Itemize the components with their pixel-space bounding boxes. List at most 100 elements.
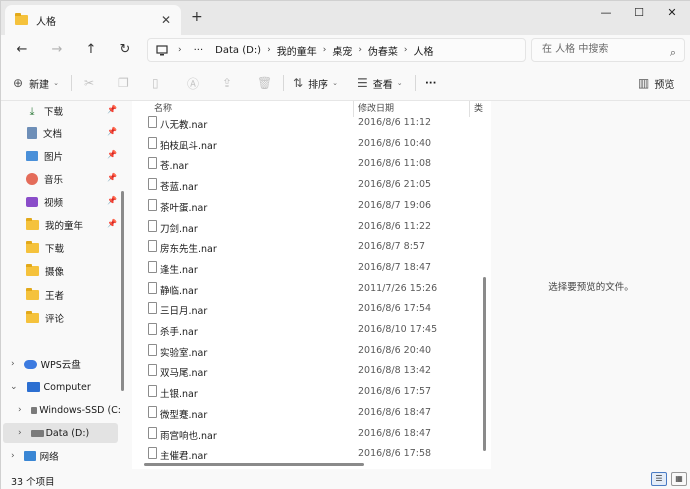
file-row[interactable]: 土银.nar 2016/8/6 17:57 bbox=[144, 381, 482, 402]
rename-button[interactable]: Ⓐ bbox=[187, 74, 199, 92]
tiles-view-button[interactable]: ▦ bbox=[671, 472, 687, 486]
file-row[interactable]: 雨宫响也.nar 2016/8/6 18:47 bbox=[144, 423, 482, 444]
item-count: 33 个项目 bbox=[11, 477, 55, 488]
file-date: 2016/8/6 17:57 bbox=[358, 386, 432, 398]
back-button[interactable]: ← bbox=[13, 41, 31, 59]
file-name: 苍蓝.nar bbox=[160, 182, 198, 194]
breadcrumb-ellipsis[interactable]: ··· bbox=[194, 45, 204, 56]
delete-button[interactable]: 🗑 bbox=[257, 74, 272, 92]
file-name: 刀剑.nar bbox=[160, 223, 198, 235]
sidebar-item-label: 音乐 bbox=[44, 175, 64, 186]
breadcrumb-drive[interactable]: Data (D:) bbox=[215, 45, 261, 56]
more-options-button[interactable]: ··· bbox=[425, 74, 436, 92]
address-bar[interactable]: › ··· Data (D:) › 我的童年 › 桌宠 › 伪春菜 › 人格 bbox=[147, 38, 526, 62]
close-tab-icon[interactable]: ✕ bbox=[161, 13, 171, 27]
sidebar-scrollbar[interactable] bbox=[121, 191, 124, 391]
new-tab-button[interactable]: + bbox=[191, 9, 203, 25]
sidebar-item-music[interactable]: 音乐 📌 bbox=[1, 169, 121, 189]
monitor-icon bbox=[156, 44, 168, 55]
refresh-button[interactable]: ↻ bbox=[116, 41, 134, 59]
folder-icon bbox=[26, 288, 39, 300]
cut-button[interactable]: ✂ bbox=[84, 74, 94, 92]
paste-button[interactable]: ▯ bbox=[152, 74, 159, 92]
view-button[interactable]: ☰ 查看 ⌄ bbox=[357, 74, 403, 92]
file-row[interactable]: 静临.nar 2011/7/26 15:26 bbox=[144, 278, 482, 299]
chevron-right-icon[interactable]: › bbox=[11, 451, 15, 461]
pin-icon: 📌 bbox=[107, 127, 117, 136]
details-view-button[interactable]: ☰ bbox=[651, 472, 667, 486]
file-row[interactable]: 房东先生.nar 2016/8/7 8:57 bbox=[144, 236, 482, 257]
search-input[interactable]: 在 人格 中搜索 ⌕ bbox=[531, 38, 685, 62]
sort-label: 排序 bbox=[308, 79, 329, 91]
maximize-button[interactable]: ☐ bbox=[624, 6, 654, 22]
sidebar-item-folder[interactable]: 评论 bbox=[1, 308, 121, 328]
breadcrumb-current[interactable]: 人格 bbox=[414, 43, 434, 58]
tab-current-folder[interactable]: 人格 ✕ bbox=[5, 5, 181, 35]
preview-label: 预览 bbox=[654, 79, 675, 91]
file-icon bbox=[148, 426, 157, 439]
file-date: 2016/8/6 17:54 bbox=[358, 303, 432, 315]
file-row[interactable]: 刀剑.nar 2016/8/6 11:22 bbox=[144, 216, 482, 237]
up-button[interactable]: ↑ bbox=[82, 41, 100, 59]
file-icon bbox=[148, 157, 157, 170]
file-name: 房东先生.nar bbox=[160, 244, 217, 256]
sidebar-item-computer[interactable]: ⌄ Computer bbox=[1, 377, 121, 397]
file-row[interactable]: 主催君.nar 2016/8/6 17:58 bbox=[144, 443, 482, 464]
file-row[interactable]: 逢生.nar 2016/8/7 18:47 bbox=[144, 257, 482, 278]
chevron-down-icon: ⌄ bbox=[53, 79, 59, 87]
file-name: 土银.nar bbox=[160, 389, 198, 401]
sidebar-item-network[interactable]: › 网络 bbox=[1, 446, 121, 466]
sidebar-item-pictures[interactable]: 图片 📌 bbox=[1, 146, 121, 166]
share-icon: ⇪ bbox=[222, 76, 233, 90]
sidebar-item-folder[interactable]: 摄像 bbox=[1, 261, 121, 281]
share-button[interactable]: ⇪ bbox=[222, 74, 232, 92]
breadcrumb-desktop-pet[interactable]: 桌宠 bbox=[332, 43, 352, 58]
sidebar-item-wps-cloud[interactable]: › WPS云盘 bbox=[1, 354, 121, 374]
folder-icon bbox=[26, 311, 39, 323]
chevron-right-icon[interactable]: › bbox=[18, 405, 22, 415]
new-button[interactable]: ⊕ 新建 ⌄ bbox=[13, 74, 59, 92]
sidebar-item-drive-c[interactable]: › Windows-SSD (C: bbox=[1, 400, 121, 420]
pin-icon: 📌 bbox=[107, 219, 117, 228]
close-window-button[interactable]: ✕ bbox=[657, 6, 687, 22]
sidebar-item-drive-d[interactable]: › Data (D:) bbox=[3, 423, 118, 443]
drive-icon bbox=[30, 429, 44, 437]
file-row[interactable]: 苍蓝.nar 2016/8/6 21:05 bbox=[144, 174, 482, 195]
chevron-right-icon[interactable]: › bbox=[18, 428, 22, 438]
file-row[interactable]: 实验室.nar 2016/8/6 20:40 bbox=[144, 340, 482, 361]
trash-icon: 🗑 bbox=[257, 76, 273, 90]
chevron-right-icon[interactable]: › bbox=[11, 359, 15, 369]
file-list-horizontal-scrollbar[interactable] bbox=[144, 463, 364, 466]
file-row[interactable]: 茶叶蛋.nar 2016/8/7 19:06 bbox=[144, 195, 482, 216]
breadcrumb-ukagaka[interactable]: 伪春菜 bbox=[368, 43, 398, 58]
sidebar-item-downloads[interactable]: ⤓ 下载 📌 bbox=[1, 101, 121, 121]
file-date: 2016/8/8 13:42 bbox=[358, 365, 432, 377]
file-row[interactable]: 微型蹇.nar 2016/8/6 18:47 bbox=[144, 402, 482, 423]
file-row[interactable]: 三日月.nar 2016/8/6 17:54 bbox=[144, 298, 482, 319]
file-row[interactable]: 双马尾.nar 2016/8/8 13:42 bbox=[144, 360, 482, 381]
file-row[interactable]: 苍.nar 2016/8/6 11:08 bbox=[144, 153, 482, 174]
breadcrumb-childhood[interactable]: 我的童年 bbox=[277, 43, 317, 58]
sidebar-item-label: 评论 bbox=[45, 314, 65, 325]
sidebar-item-videos[interactable]: 视频 📌 bbox=[1, 192, 121, 212]
file-icon bbox=[148, 178, 157, 191]
sort-button[interactable]: ⇅ 排序 ⌄ bbox=[293, 74, 338, 92]
sidebar-item-label: Computer bbox=[43, 381, 91, 393]
copy-button[interactable]: ❐ bbox=[118, 74, 129, 92]
sidebar-item-label: Data (D:) bbox=[45, 427, 90, 439]
status-bar: 33 个项目 ☰ ▦ bbox=[1, 469, 690, 489]
file-list-vertical-scrollbar[interactable] bbox=[483, 277, 486, 451]
file-row[interactable]: 八无教.nar 2016/8/6 11:12 bbox=[144, 112, 482, 133]
file-row[interactable]: 狛枝凪斗.nar 2016/8/6 10:40 bbox=[144, 133, 482, 154]
sidebar-item-folder[interactable]: 王者 bbox=[1, 285, 121, 305]
preview-pane-button[interactable]: ▥ 预览 bbox=[638, 74, 674, 92]
plus-icon: ⊕ bbox=[13, 76, 24, 90]
sidebar-item-documents[interactable]: 文档 📌 bbox=[1, 123, 121, 143]
sidebar-item-folder[interactable]: 下载 bbox=[1, 238, 121, 258]
file-row[interactable]: 杀手.nar 2016/8/10 17:45 bbox=[144, 319, 482, 340]
sidebar-item-folder[interactable]: 我的童年 📌 bbox=[1, 215, 121, 235]
chevron-down-icon[interactable]: ⌄ bbox=[10, 382, 18, 392]
minimize-button[interactable]: — bbox=[591, 6, 621, 22]
search-placeholder: 在 人格 中搜索 bbox=[542, 44, 609, 55]
forward-button[interactable]: → bbox=[48, 41, 66, 59]
